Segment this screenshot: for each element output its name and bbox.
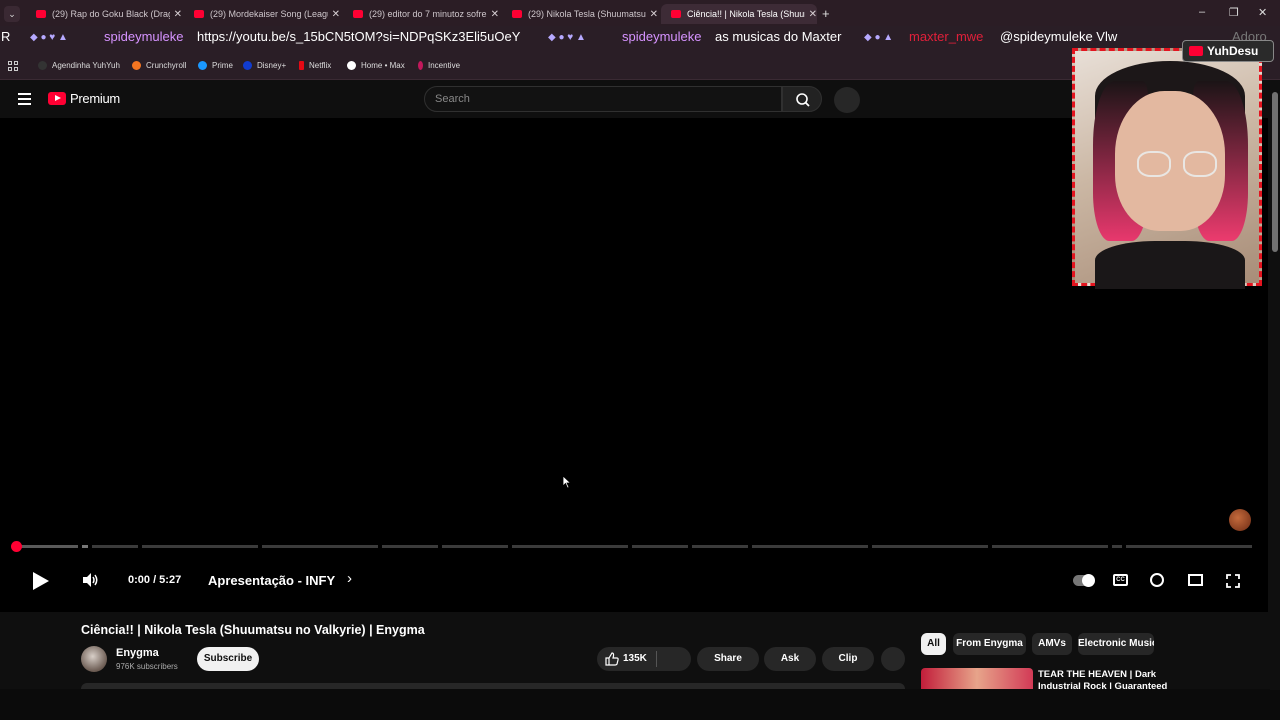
brand-label: Premium bbox=[70, 91, 120, 106]
bookmark-max[interactable]: Home • Max bbox=[347, 61, 405, 70]
settings-gear-icon[interactable] bbox=[1150, 573, 1164, 587]
chat-username: spideymuleke bbox=[622, 29, 702, 44]
more-actions-button[interactable] bbox=[881, 647, 905, 671]
channel-avatar[interactable] bbox=[81, 646, 107, 672]
play-icon[interactable] bbox=[33, 572, 49, 590]
youtube-favicon-icon bbox=[671, 10, 681, 18]
like-button[interactable]: 135K bbox=[597, 647, 691, 671]
apps-grid-icon[interactable] bbox=[8, 61, 19, 72]
youtube-logo-icon bbox=[1189, 46, 1203, 56]
close-tab-icon[interactable]: ✕ bbox=[491, 9, 499, 20]
browser-tab[interactable]: (29) Mordekaiser Song (League of Legends… bbox=[184, 4, 340, 24]
youtube-favicon-icon bbox=[512, 10, 522, 18]
tab-title: (29) Mordekaiser Song (League of Legends… bbox=[210, 9, 328, 19]
close-window-icon[interactable]: ✕ bbox=[1258, 6, 1267, 19]
youtube-favicon-icon bbox=[194, 10, 204, 18]
tab-title: Ciência!! | Nikola Tesla (Shuumatsu no V… bbox=[687, 9, 805, 19]
chat-username: spideymuleke bbox=[104, 29, 184, 44]
webcam-badge: YuhDesu bbox=[1182, 40, 1274, 62]
youtube-logo-icon[interactable] bbox=[48, 92, 66, 105]
chat-message: https://youtu.be/s_15bCN5tOM?si=NDPqSKz3… bbox=[197, 29, 521, 44]
bookmark-incentive[interactable]: Incentive bbox=[418, 61, 460, 70]
recommended-title[interactable]: TEAR THE HEAVEN | Dark Industrial Rock |… bbox=[1038, 669, 1168, 691]
closed-captions-icon[interactable]: CC bbox=[1113, 574, 1128, 586]
streamer-webcam bbox=[1072, 48, 1262, 289]
chat-badges-icon: ◆ ● ♥ ▲ bbox=[548, 32, 586, 43]
bookmark-prime[interactable]: Prime bbox=[198, 61, 233, 70]
youtube-favicon-icon bbox=[353, 10, 363, 18]
tab-title: (29) Rap do Goku Black (Dragon Ball Supe… bbox=[52, 9, 170, 19]
like-count: 135K bbox=[623, 653, 647, 664]
volume-icon[interactable] bbox=[82, 572, 100, 588]
chip-all[interactable]: All bbox=[921, 633, 946, 655]
chip-amvs[interactable]: AMVs bbox=[1032, 633, 1072, 655]
search-button[interactable] bbox=[782, 86, 822, 112]
tab-title: (29) Nikola Tesla (Shuumatsu no Valkyrie… bbox=[528, 9, 646, 19]
ticker-letter: R bbox=[1, 29, 11, 44]
share-button[interactable]: Share bbox=[697, 647, 759, 671]
channel-name[interactable]: Enygma bbox=[116, 647, 159, 659]
chevron-right-icon[interactable]: › bbox=[347, 570, 352, 587]
tab-search-chevron-icon[interactable]: ⌄ bbox=[4, 6, 20, 22]
bottom-shadow bbox=[0, 689, 1280, 720]
chat-username: maxter_mwe bbox=[909, 29, 984, 44]
chat-message: as musicas do Maxter bbox=[715, 29, 842, 44]
browser-tab[interactable]: (29) Nikola Tesla (Shuumatsu no Valkyrie… bbox=[502, 4, 658, 24]
thumbs-up-icon bbox=[605, 652, 619, 666]
menu-hamburger-icon[interactable] bbox=[18, 93, 31, 108]
restore-icon[interactable]: ❐ bbox=[1229, 6, 1239, 19]
close-tab-icon[interactable]: ✕ bbox=[332, 9, 340, 20]
time-display: 0:00 / 5:27 bbox=[128, 574, 182, 586]
chat-badges-icon: ◆ ● ♥ ▲ bbox=[30, 32, 68, 43]
minimize-icon[interactable]: – bbox=[1199, 6, 1205, 18]
close-tab-icon[interactable]: ✕ bbox=[174, 9, 182, 20]
bookmark-disney[interactable]: Disney+ bbox=[243, 61, 286, 70]
ask-button[interactable]: Ask bbox=[764, 647, 816, 671]
browser-tab[interactable]: (29) Rap do Goku Black (Dragon Ball Supe… bbox=[26, 4, 182, 24]
chat-badges-icon: ◆ ● ▲ bbox=[864, 32, 894, 43]
subscribe-button[interactable]: Subscribe bbox=[197, 647, 259, 671]
search-icon bbox=[796, 93, 810, 107]
autoplay-toggle[interactable] bbox=[1073, 574, 1095, 587]
browser-tab-strip: ⌄ (29) Rap do Goku Black (Dragon Ball Su… bbox=[0, 0, 1280, 28]
video-title: Ciência!! | Nikola Tesla (Shuumatsu no V… bbox=[81, 623, 425, 637]
progress-bar[interactable] bbox=[16, 545, 1252, 548]
youtube-favicon-icon bbox=[36, 10, 46, 18]
miniplayer-icon[interactable] bbox=[1188, 574, 1203, 586]
tab-title: (29) editor do 7 minutoz sofrendo bbox=[369, 9, 487, 19]
progress-scrubber-handle[interactable] bbox=[11, 541, 22, 552]
subscriber-count: 976K subscribers bbox=[116, 662, 178, 671]
scrollbar-thumb[interactable] bbox=[1272, 92, 1278, 252]
voice-search-button[interactable] bbox=[834, 87, 860, 113]
close-tab-icon[interactable]: ✕ bbox=[809, 9, 817, 20]
like-dislike-divider bbox=[656, 651, 657, 667]
browser-tab[interactable]: (29) editor do 7 minutoz sofrendo ✕ bbox=[343, 4, 499, 24]
close-tab-icon[interactable]: ✕ bbox=[650, 9, 658, 20]
new-tab-icon[interactable]: + bbox=[822, 6, 830, 21]
webcam-badge-label: YuhDesu bbox=[1207, 44, 1259, 58]
channel-watermark-icon[interactable] bbox=[1229, 509, 1251, 531]
fullscreen-icon[interactable] bbox=[1226, 574, 1240, 588]
chip-electronic-music[interactable]: Electronic Music bbox=[1078, 633, 1154, 655]
bookmark-crunchyroll[interactable]: Crunchyroll bbox=[132, 61, 186, 70]
chapter-title[interactable]: Apresentação - INFY bbox=[208, 573, 335, 588]
clip-button[interactable]: Clip bbox=[822, 647, 874, 671]
chip-from-channel[interactable]: From Enygma bbox=[953, 633, 1026, 655]
bookmark-netflix[interactable]: Netflix bbox=[299, 61, 331, 70]
browser-tab-active[interactable]: Ciência!! | Nikola Tesla (Shuumatsu no V… bbox=[661, 4, 817, 24]
mouse-cursor-icon bbox=[562, 475, 572, 489]
chat-message: @spideymuleke Vlw bbox=[1000, 29, 1118, 44]
search-input[interactable]: Search bbox=[424, 86, 782, 112]
recommended-thumbnail[interactable] bbox=[921, 668, 1033, 690]
bookmark-agendinha[interactable]: Agendinha YuhYuh bbox=[38, 61, 120, 70]
